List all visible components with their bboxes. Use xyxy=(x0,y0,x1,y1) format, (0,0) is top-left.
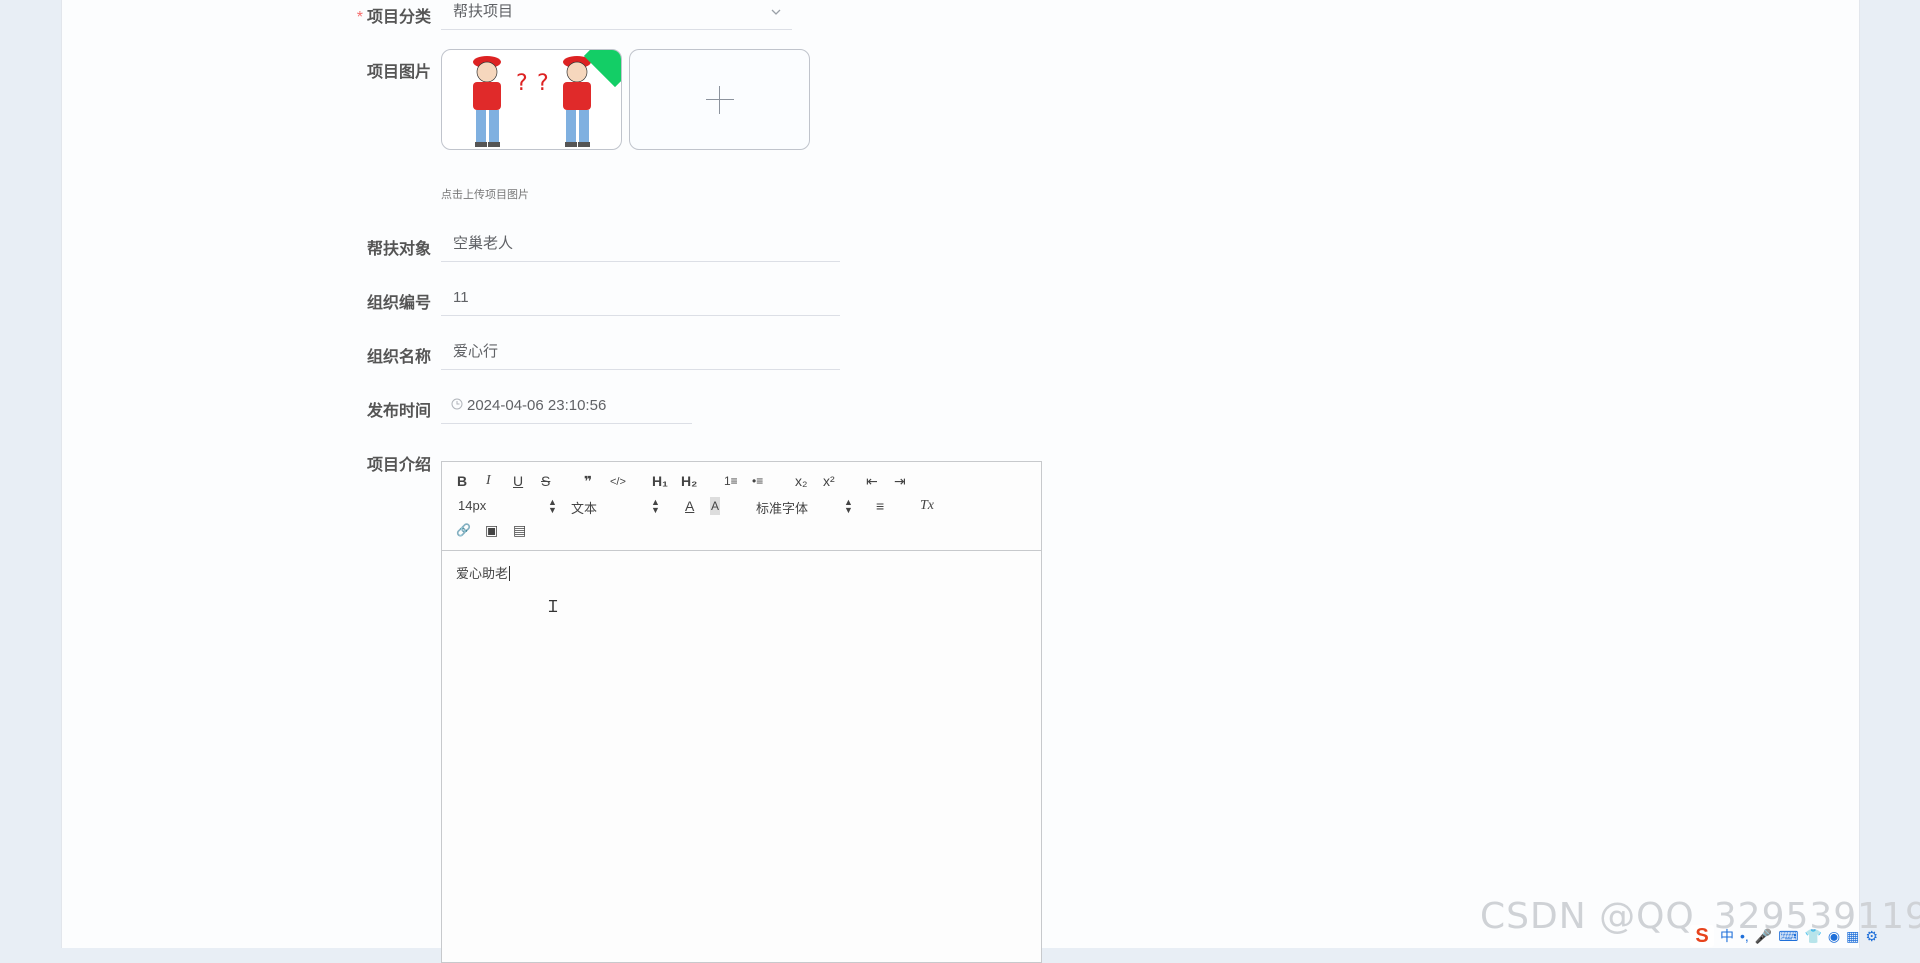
toolbox-icon[interactable]: ▦ xyxy=(1846,928,1859,945)
header-value: 文本 xyxy=(571,501,598,516)
video-button[interactable]: ▤ xyxy=(513,521,526,539)
publish-time-value: 2024-04-06 23:10:56 xyxy=(467,397,607,414)
org-name-label: 组织名称 xyxy=(366,349,431,366)
updown-arrow-icon: ▲ ▼ xyxy=(651,497,660,515)
header-select[interactable]: 文本 ▲ ▼ xyxy=(571,497,660,517)
rich-text-editor: B I U S ❞ </> H₁ H₂ 1≡ •≡ x₂ x² ⇤ ⇥ 14px… xyxy=(441,461,1042,963)
font-family-select[interactable]: 标准字体 ▲ ▼ xyxy=(756,497,853,517)
updown-arrow-icon: ▲ ▼ xyxy=(844,497,853,515)
upload-tip: 点击上传项目图片 xyxy=(441,189,529,201)
subscript-button[interactable]: x₂ xyxy=(795,472,807,490)
code-block-button[interactable]: </> xyxy=(610,473,626,491)
image-upload-button[interactable] xyxy=(629,49,810,150)
image-label: 项目图片 xyxy=(366,64,431,81)
ordered-list-button[interactable]: 1≡ xyxy=(724,472,738,490)
superscript-button[interactable]: x² xyxy=(823,472,835,490)
ime-language[interactable]: 中 xyxy=(1720,926,1734,946)
org-no-input[interactable]: 11 xyxy=(441,280,840,316)
text-caret xyxy=(509,566,511,581)
font-color-button[interactable]: A xyxy=(685,497,694,515)
publish-time-label: 发布时间 xyxy=(366,403,431,420)
uploaded-image-thumbnail[interactable]: ? ? xyxy=(441,49,622,150)
align-button[interactable]: ≡ xyxy=(876,497,884,515)
font-size-select[interactable]: 14px ▲ ▼ xyxy=(458,498,557,515)
category-label: * 项目分类 xyxy=(321,3,431,27)
editor-content[interactable]: 爱心助老 xyxy=(442,551,1041,594)
font-family-value: 标准字体 xyxy=(756,501,809,516)
italic-button[interactable]: I xyxy=(486,472,491,490)
h1-button[interactable]: H₁ xyxy=(652,472,668,490)
underline-button[interactable]: U xyxy=(513,472,523,490)
keyboard-icon[interactable]: ⌨ xyxy=(1778,928,1798,945)
clean-format-button[interactable]: Tx xyxy=(920,497,934,515)
indent-button[interactable]: ⇥ xyxy=(894,472,906,490)
plus-icon xyxy=(705,85,734,114)
h2-button[interactable]: H₂ xyxy=(681,472,697,490)
svg-text:?: ? xyxy=(516,71,528,96)
settings-icon[interactable]: ⚙ xyxy=(1865,928,1878,945)
sogou-logo-icon: S xyxy=(1690,925,1714,947)
bold-button[interactable]: B xyxy=(457,472,467,490)
org-name-input[interactable]: 爱心行 xyxy=(441,334,840,370)
blockquote-button[interactable]: ❞ xyxy=(584,472,592,490)
required-mark: * xyxy=(356,9,363,26)
editor-toolbar: B I U S ❞ </> H₁ H₂ 1≡ •≡ x₂ x² ⇤ ⇥ 14px… xyxy=(442,462,1041,551)
chevron-down-icon xyxy=(770,0,782,44)
category-select[interactable]: 帮扶项目 xyxy=(441,0,792,30)
image-button[interactable]: ▣ xyxy=(485,521,498,539)
updown-arrow-icon: ▲ ▼ xyxy=(548,497,557,515)
clock-icon xyxy=(451,388,463,424)
background-color-button[interactable]: A xyxy=(710,497,721,515)
skin-icon[interactable]: 👕 xyxy=(1804,928,1821,945)
org-no-label: 组织编号 xyxy=(366,295,431,312)
publish-time-picker[interactable]: 2024-04-06 23:10:56 xyxy=(441,388,692,424)
ime-toolbar[interactable]: S 中 •, 🎤 ⌨ 👕 ◉ ▦ ⚙ xyxy=(1690,925,1878,947)
bullet-list-button[interactable]: •≡ xyxy=(752,472,763,490)
target-label: 帮扶对象 xyxy=(366,241,431,258)
ibeam-cursor-icon: Ｉ xyxy=(545,599,562,616)
intro-label: 项目介绍 xyxy=(366,457,431,474)
editor-text: 爱心助老 xyxy=(456,566,509,581)
category-label-text: 项目分类 xyxy=(366,9,431,26)
font-size-value: 14px xyxy=(458,498,487,513)
punctuation-icon[interactable]: •, xyxy=(1740,928,1749,944)
svg-text:?: ? xyxy=(537,71,549,96)
strike-button[interactable]: S xyxy=(541,472,550,490)
emoji-icon[interactable]: ◉ xyxy=(1828,928,1840,945)
target-input[interactable]: 空巢老人 xyxy=(441,226,840,262)
category-value: 帮扶项目 xyxy=(453,3,514,20)
link-button[interactable]: 🔗 xyxy=(456,521,471,539)
outdent-button[interactable]: ⇤ xyxy=(866,472,878,490)
microphone-icon[interactable]: 🎤 xyxy=(1755,928,1772,945)
